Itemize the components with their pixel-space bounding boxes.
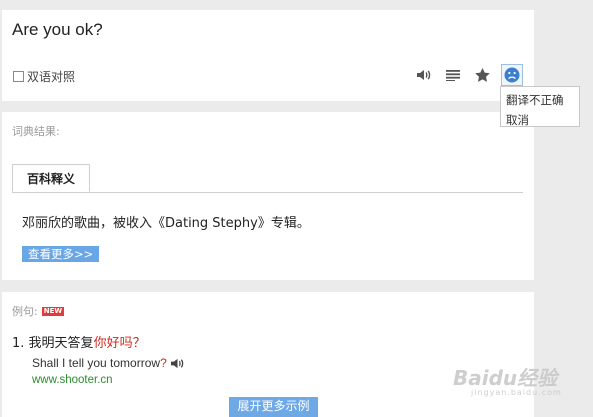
example-en-highlight: ? (160, 356, 167, 370)
feedback-wrong-translation[interactable]: 翻译不正确 (506, 90, 579, 110)
view-more-button[interactable]: 查看更多>> (22, 246, 100, 262)
sad-face-icon[interactable] (501, 64, 523, 86)
query-card: Are you ok? 双语对照 (2, 10, 534, 101)
feedback-cancel[interactable]: 取消 (506, 110, 579, 130)
dictionary-card: 词典结果: 百科释义 邓丽欣的歌曲，被收入《Dating Stephy》专辑。 … (2, 112, 534, 280)
example-index: 1. (12, 336, 25, 351)
example-zh-text: 我明天答复 (28, 336, 94, 351)
baike-definition: 邓丽欣的歌曲，被收入《Dating Stephy》专辑。 (22, 216, 310, 231)
example-speaker-icon[interactable] (170, 357, 185, 370)
dictionary-tabbar: 百科释义 (12, 164, 523, 193)
example-source[interactable]: www.shooter.cn (32, 374, 113, 386)
tab-baike[interactable]: 百科释义 (12, 164, 90, 192)
new-badge: NEW (41, 306, 65, 316)
baidu-watermark: Baidu经验 jingyan.baidu.com (453, 362, 561, 397)
bilingual-label: 双语对照 (27, 70, 76, 84)
query-text: Are you ok? (12, 20, 103, 39)
bilingual-toggle[interactable]: 双语对照 (13, 68, 75, 85)
example-zh: 1. 我明天答复你好吗？ (12, 332, 146, 351)
examples-section-label: 例句: (12, 305, 38, 318)
watermark-text: Baidu经验 (453, 366, 558, 390)
example-zh-highlight: 你好吗？ (93, 336, 146, 351)
watermark-sub: jingyan.baidu.com (471, 388, 562, 397)
star-icon[interactable] (472, 65, 492, 85)
list-icon[interactable] (443, 65, 463, 85)
expand-more-examples-button[interactable]: 展开更多示例 (229, 397, 318, 417)
example-en-text: Shall I tell you tomorrow (32, 356, 161, 370)
speaker-icon[interactable] (414, 65, 434, 85)
bilingual-checkbox[interactable] (13, 71, 24, 82)
dictionary-section-label: 词典结果: (12, 125, 60, 138)
feedback-popup: 翻译不正确 取消 (500, 86, 580, 127)
examples-header: 例句: NEW (12, 303, 65, 319)
example-en: Shall I tell you tomorrow? (32, 356, 185, 370)
